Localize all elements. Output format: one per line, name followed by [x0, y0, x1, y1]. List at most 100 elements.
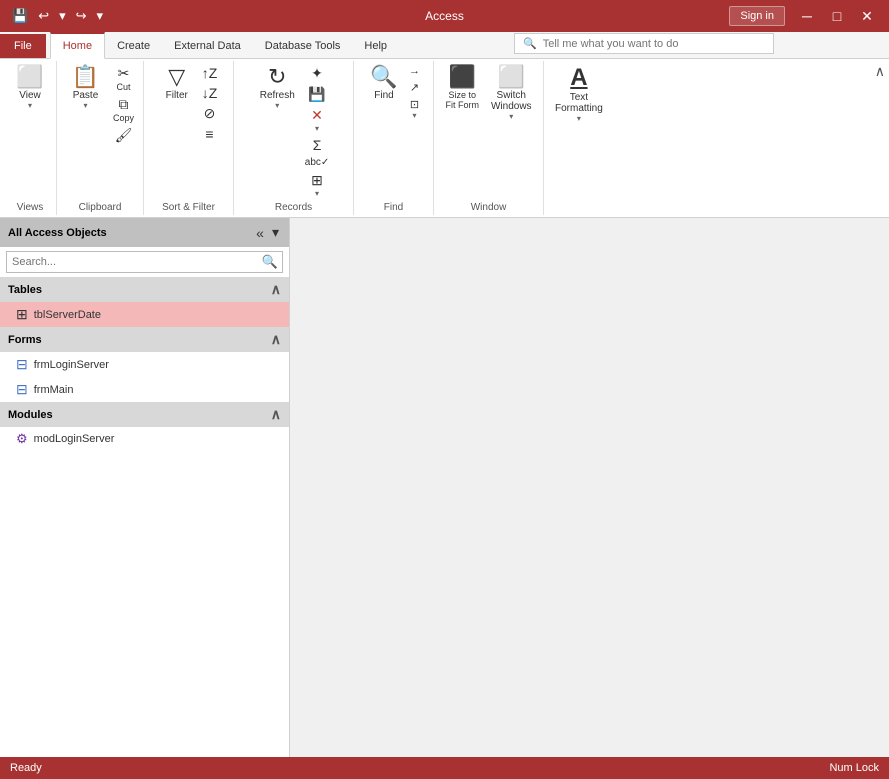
switch-windows-dropdown: ▾: [509, 112, 513, 121]
nav-expand-button[interactable]: ▾: [270, 224, 281, 241]
close-button[interactable]: ✕: [853, 2, 881, 30]
undo-dropdown-btn[interactable]: ▾: [55, 6, 70, 26]
view-button[interactable]: ⬜ View ▾: [10, 63, 50, 113]
cut-label: Cut: [117, 82, 131, 92]
size-fit-label: Size toFit Form: [445, 90, 479, 110]
paste-button[interactable]: 📋 Paste ▾: [63, 63, 108, 113]
tab-database-tools[interactable]: Database Tools: [253, 34, 353, 58]
save-record-icon: 💾: [308, 86, 325, 103]
descending-sort-button[interactable]: ↓Z: [199, 83, 221, 103]
new-record-button[interactable]: ✦: [302, 63, 333, 84]
text-formatting-dropdown: ▾: [577, 114, 581, 123]
ribbon-group-records: ↻ Refresh ▾ ✦ 💾 ✕ ▾ Σ abc✓: [234, 61, 354, 215]
more-button[interactable]: ⊞ ▾: [302, 170, 333, 200]
ribbon-group-find: 🔍 Find → ↗ ⊡ ▾ Find: [354, 61, 434, 215]
search-input[interactable]: [543, 38, 765, 50]
tables-label: Tables: [8, 284, 42, 296]
ascending-sort-button[interactable]: ↑Z: [199, 63, 221, 83]
nav-item-modLoginServer[interactable]: ⚙ modLoginServer: [0, 427, 289, 451]
find-group-label: Find: [384, 200, 403, 213]
totals-icon: Σ: [313, 137, 322, 153]
tab-home[interactable]: Home: [50, 32, 105, 59]
forms-section-header[interactable]: Forms ∧: [0, 327, 289, 352]
sign-in-button[interactable]: Sign in: [729, 6, 785, 26]
spelling-button[interactable]: abc✓: [302, 155, 333, 170]
frmMain-label: frmMain: [34, 384, 74, 396]
switch-windows-label: SwitchWindows: [491, 90, 532, 112]
ribbon-collapse-button[interactable]: ∧: [875, 63, 885, 80]
cut-icon: ✂: [118, 65, 130, 82]
records-small-btns: ✦ 💾 ✕ ▾ Σ abc✓ ⊞ ▾: [302, 63, 333, 200]
remove-sort-button[interactable]: ⊘: [199, 103, 221, 124]
tables-toggle-icon: ∧: [271, 281, 281, 298]
size-to-fit-button[interactable]: ⬛ Size toFit Form: [440, 63, 484, 113]
quick-access: 💾 ↩ ▾ ↪ ▾: [8, 6, 107, 26]
sort-desc-icon: ↓Z: [202, 85, 218, 101]
select-icon: ⊡: [410, 98, 419, 111]
save-record-button[interactable]: 💾: [302, 84, 333, 105]
undo-btn[interactable]: ↩: [34, 6, 53, 26]
views-group-label: Views: [17, 200, 44, 213]
nav-search-button[interactable]: 🔍: [258, 252, 282, 272]
toggle-filter-icon: ≡: [205, 126, 213, 142]
filter-label: Filter: [166, 90, 188, 101]
replace-button[interactable]: →: [406, 63, 423, 79]
nav-item-frmMain[interactable]: ⊟ frmMain: [0, 377, 289, 402]
switch-windows-button[interactable]: ⬜ SwitchWindows ▾: [486, 63, 537, 124]
modules-toggle-icon: ∧: [271, 406, 281, 423]
save-quick-btn[interactable]: 💾: [8, 6, 32, 26]
nav-item-frmLoginServer[interactable]: ⊟ frmLoginServer: [0, 352, 289, 377]
nav-search-bar: 🔍: [6, 251, 283, 273]
more-icon: ⊞: [311, 172, 323, 189]
num-lock-indicator: Num Lock: [829, 762, 879, 774]
maximize-button[interactable]: □: [823, 2, 851, 30]
status-ready: Ready: [10, 762, 42, 774]
form-icon-2: ⊟: [16, 381, 28, 398]
modules-section-header[interactable]: Modules ∧: [0, 402, 289, 427]
clipboard-group-label: Clipboard: [79, 200, 122, 213]
tab-help[interactable]: Help: [352, 34, 399, 58]
text-formatting-label: TextFormatting: [555, 92, 603, 114]
sort-btns: ↑Z ↓Z ⊘ ≡: [199, 63, 221, 144]
filter-icon: ▽: [168, 66, 185, 88]
app-title: Access: [425, 9, 464, 23]
delete-record-button[interactable]: ✕ ▾: [302, 105, 333, 135]
toggle-filter-button[interactable]: ≡: [199, 124, 221, 144]
nav-collapse-button[interactable]: «: [254, 224, 266, 241]
paste-icon: 📋: [72, 66, 99, 88]
minimize-button[interactable]: ─: [793, 2, 821, 30]
nav-pane-header: All Access Objects « ▾: [0, 218, 289, 247]
nav-search-input[interactable]: [7, 253, 258, 271]
paste-dropdown-arrow: ▾: [83, 101, 87, 110]
tab-file[interactable]: File: [0, 34, 46, 58]
format-painter-button[interactable]: 🖌: [110, 125, 137, 146]
tab-create[interactable]: Create: [105, 34, 162, 58]
refresh-all-button[interactable]: ↻ Refresh ▾: [255, 63, 300, 113]
text-formatting-icon: A: [570, 66, 587, 90]
text-formatting-button[interactable]: A TextFormatting ▾: [550, 63, 608, 126]
size-fit-icon: ⬛: [449, 66, 476, 88]
module-icon: ⚙: [16, 431, 28, 447]
nav-item-tblServerDate[interactable]: ⊞ tblServerDate: [0, 302, 289, 327]
find-button[interactable]: 🔍 Find: [364, 63, 404, 104]
select-button[interactable]: ⊡ ▾: [406, 96, 423, 122]
records-content: ↻ Refresh ▾ ✦ 💾 ✕ ▾ Σ abc✓: [255, 63, 333, 200]
redo-btn[interactable]: ↪: [72, 6, 91, 26]
find-small-btns: → ↗ ⊡ ▾: [406, 63, 423, 122]
search-icon: 🔍: [523, 37, 537, 50]
modules-label: Modules: [8, 409, 53, 421]
totals-button[interactable]: Σ: [302, 135, 333, 155]
remove-sort-icon: ⊘: [204, 105, 216, 122]
refresh-label: Refresh: [260, 90, 295, 101]
title-bar: 💾 ↩ ▾ ↪ ▾ Access Sign in ─ □ ✕: [0, 0, 889, 32]
filter-button[interactable]: ▽ Filter: [157, 63, 197, 104]
sort-filter-content: ▽ Filter ↑Z ↓Z ⊘ ≡: [157, 63, 221, 200]
tab-external-data[interactable]: External Data: [162, 34, 253, 58]
window-controls: ─ □ ✕: [793, 2, 881, 30]
quick-access-dropdown-btn[interactable]: ▾: [93, 6, 108, 26]
copy-button[interactable]: ⧉ Copy: [110, 94, 137, 125]
goto-button[interactable]: ↗: [406, 79, 423, 96]
navigation-pane: All Access Objects « ▾ 🔍 Tables ∧ ⊞ tblS…: [0, 218, 290, 757]
cut-button[interactable]: ✂ Cut: [110, 63, 137, 94]
tables-section-header[interactable]: Tables ∧: [0, 277, 289, 302]
